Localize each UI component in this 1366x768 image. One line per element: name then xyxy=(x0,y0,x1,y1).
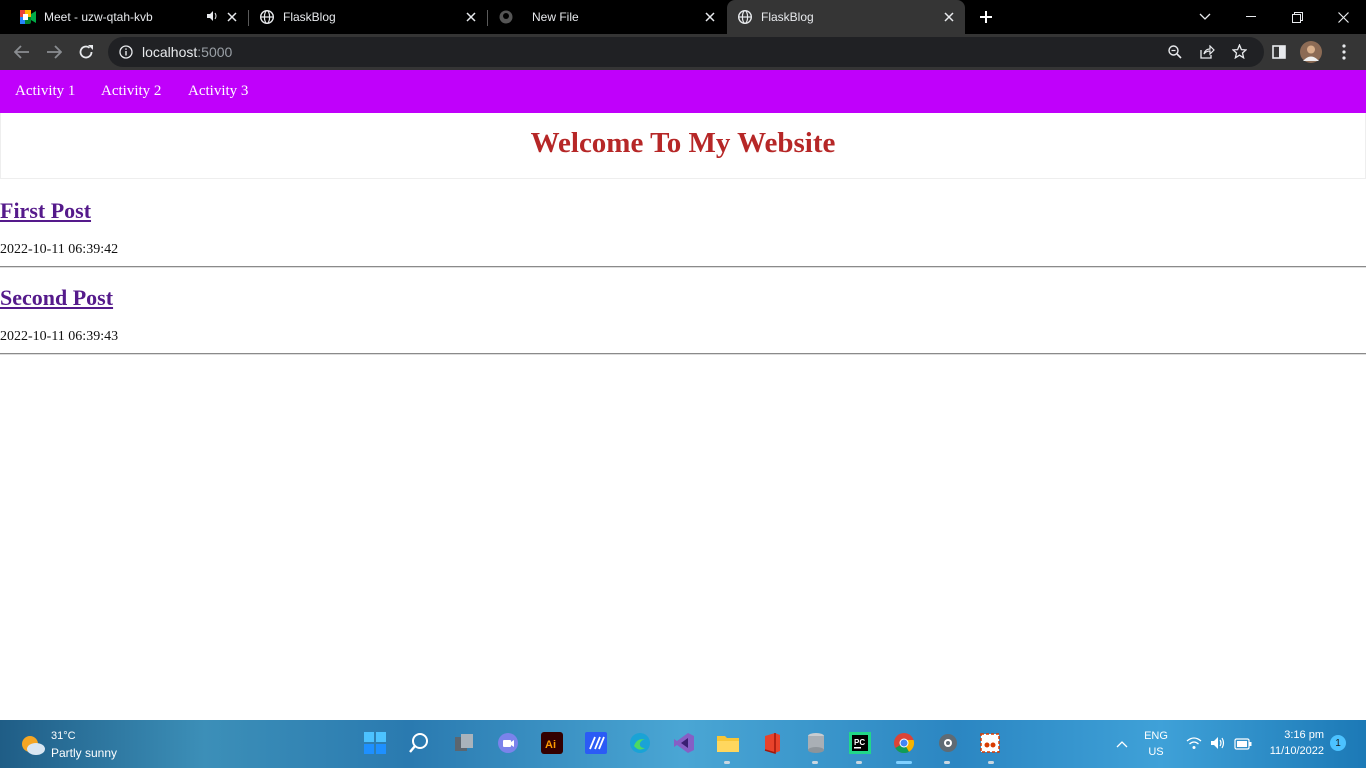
chevron-down-icon xyxy=(1199,13,1211,20)
office-icon[interactable] xyxy=(759,730,785,756)
post-date: 2022-10-11 06:39:43 xyxy=(0,329,119,344)
close-icon[interactable] xyxy=(224,9,240,25)
plus-icon xyxy=(980,11,992,23)
file-explorer-icon[interactable] xyxy=(715,730,741,756)
language-code[interactable]: ENG xyxy=(1141,730,1171,742)
bookmark-star-icon[interactable] xyxy=(1231,43,1248,64)
tab-meet[interactable]: Meet - uzw-qtah-kvb xyxy=(0,0,248,34)
show-hidden-icons-button[interactable] xyxy=(1114,736,1130,752)
profile-button[interactable] xyxy=(1298,40,1324,64)
github-icon xyxy=(498,9,514,25)
restore-icon xyxy=(1291,11,1303,23)
back-button[interactable] xyxy=(9,40,35,64)
svg-text:PC: PC xyxy=(854,738,865,747)
minimize-button[interactable] xyxy=(1228,0,1274,34)
teams-icon[interactable] xyxy=(495,730,521,756)
close-icon[interactable] xyxy=(702,9,718,25)
browser-toolbar: localhost:5000 xyxy=(0,34,1366,70)
divider xyxy=(0,266,1366,268)
database-icon[interactable] xyxy=(803,730,829,756)
running-indicator xyxy=(724,761,730,764)
running-indicator xyxy=(856,761,862,764)
task-view-icon[interactable] xyxy=(451,730,477,756)
zoom-icon[interactable] xyxy=(1168,45,1182,64)
edge-icon[interactable] xyxy=(627,730,653,756)
weather-widget[interactable] xyxy=(10,720,130,768)
page-title: Welcome To My Website xyxy=(530,127,836,159)
tab-new-file[interactable]: New File xyxy=(488,0,726,34)
kebab-menu-icon xyxy=(1342,44,1346,60)
address-bar[interactable]: localhost:5000 xyxy=(108,37,1264,67)
illustrator-icon[interactable]: Ai xyxy=(539,730,565,756)
url-text: localhost:5000 xyxy=(142,44,232,60)
tab-search-button[interactable] xyxy=(1182,0,1228,34)
start-icon[interactable] xyxy=(362,730,388,756)
running-indicator xyxy=(988,761,994,764)
hero-banner: Welcome To My Website xyxy=(0,113,1366,179)
close-icon[interactable] xyxy=(463,9,479,25)
tab-title: New File xyxy=(532,10,579,24)
volume-icon[interactable] xyxy=(1210,736,1226,755)
clock-date[interactable]: 11/10/2022 xyxy=(1262,745,1324,757)
forward-button[interactable] xyxy=(41,40,67,64)
pycharm-icon[interactable]: PC xyxy=(847,730,873,756)
arrow-left-icon xyxy=(14,45,29,59)
chevron-up-icon xyxy=(1116,741,1128,748)
notification-badge[interactable]: 1 xyxy=(1330,735,1346,751)
nav-link-activity-3[interactable]: Activity 3 xyxy=(188,83,248,100)
info-icon[interactable] xyxy=(119,45,133,64)
clock-time[interactable]: 3:16 pm xyxy=(1262,729,1324,741)
running-indicator xyxy=(812,761,818,764)
post-date: 2022-10-11 06:39:42 xyxy=(0,242,119,257)
globe-icon xyxy=(259,9,275,25)
vs-code-icon[interactable] xyxy=(583,730,609,756)
partly-sunny-icon xyxy=(22,736,45,755)
speaker-icon[interactable] xyxy=(206,10,218,25)
post-title-link[interactable]: Second Post xyxy=(0,285,113,311)
wifi-icon[interactable] xyxy=(1186,736,1202,755)
running-indicator-active xyxy=(896,761,912,764)
side-panel-icon xyxy=(1272,45,1286,59)
post-title-link[interactable]: First Post xyxy=(0,198,91,224)
share-icon[interactable] xyxy=(1200,44,1215,64)
close-icon[interactable] xyxy=(941,9,957,25)
taskbar: 31°C Partly sunny Ai PC ENG US 3:16 pm 1… xyxy=(0,720,1366,768)
tab-title: FlaskBlog xyxy=(283,10,336,24)
tab-strip: Meet - uzw-qtah-kvb FlaskBlog New File F… xyxy=(0,0,1366,34)
divider xyxy=(0,353,1366,355)
settings-icon[interactable] xyxy=(935,730,961,756)
url-host: localhost xyxy=(142,44,198,60)
nav-link-activity-2[interactable]: Activity 2 xyxy=(101,83,161,100)
nav-link-activity-1[interactable]: Activity 1 xyxy=(15,83,75,100)
region-code[interactable]: US xyxy=(1141,746,1171,758)
weather-description: Partly sunny xyxy=(51,746,118,760)
close-icon xyxy=(1337,11,1349,23)
weather-temperature: 31°C xyxy=(51,730,76,742)
notification-count: 1 xyxy=(1335,737,1341,749)
url-port: :5000 xyxy=(197,44,233,60)
chrome-icon[interactable] xyxy=(891,730,917,756)
svg-text:Ai: Ai xyxy=(545,739,556,751)
restore-button[interactable] xyxy=(1274,0,1320,34)
globe-icon xyxy=(737,9,753,25)
snipping-tool-icon[interactable] xyxy=(977,730,1003,756)
site-navbar: Activity 1 Activity 2 Activity 3 xyxy=(0,70,1366,113)
tab-flaskblog-active[interactable]: FlaskBlog xyxy=(727,0,965,34)
menu-button[interactable] xyxy=(1331,40,1357,64)
reload-button[interactable] xyxy=(73,40,99,64)
visual-studio-icon[interactable] xyxy=(671,730,697,756)
running-indicator xyxy=(944,761,950,764)
avatar xyxy=(1300,41,1322,63)
new-tab-button[interactable] xyxy=(975,7,997,27)
arrow-right-icon xyxy=(47,45,62,59)
tab-flaskblog[interactable]: FlaskBlog xyxy=(249,0,487,34)
close-window-button[interactable] xyxy=(1320,0,1366,34)
tab-title: FlaskBlog xyxy=(761,10,814,24)
minimize-icon xyxy=(1246,16,1256,17)
search-icon[interactable] xyxy=(406,730,432,756)
side-panel-button[interactable] xyxy=(1266,40,1292,64)
battery-icon[interactable] xyxy=(1234,737,1252,755)
google-meet-icon xyxy=(20,9,36,25)
reload-icon xyxy=(79,45,93,59)
